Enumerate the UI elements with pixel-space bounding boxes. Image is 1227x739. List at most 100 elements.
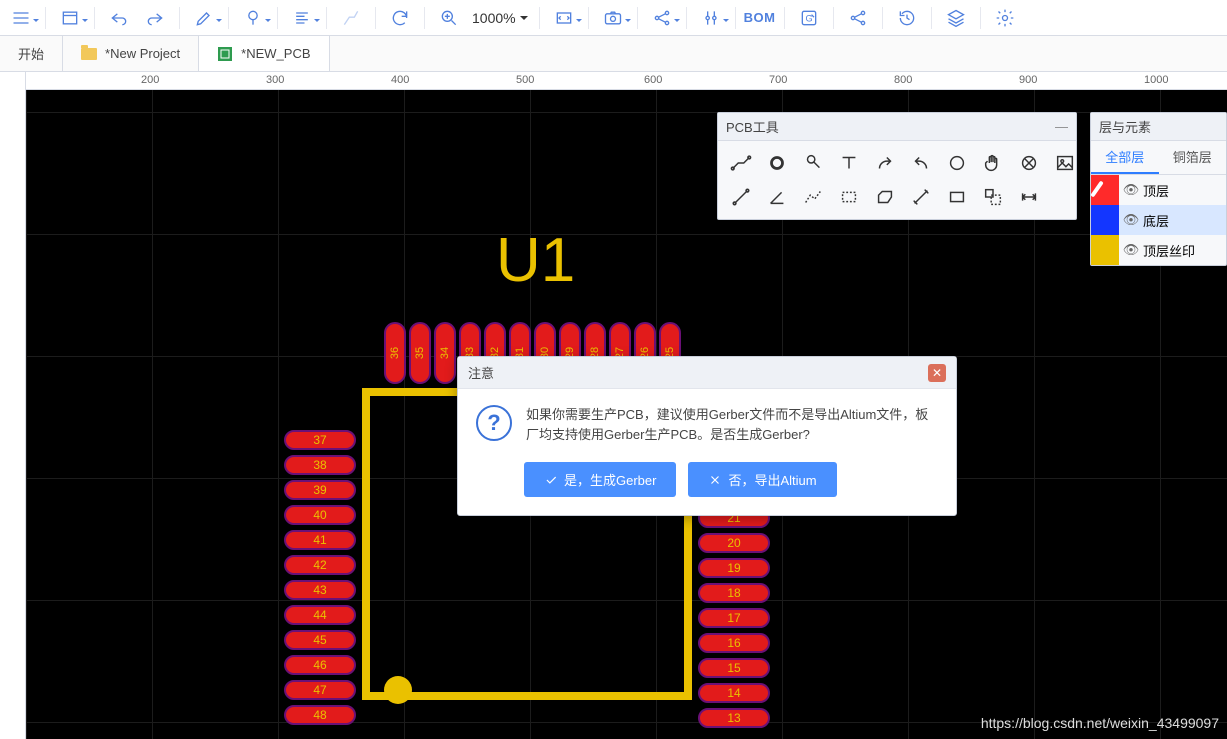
minimize-icon[interactable]: — (1055, 119, 1068, 134)
eye-icon[interactable]: 👁 (1119, 242, 1143, 258)
pcb-tools-titlebar[interactable]: PCB工具 — (718, 113, 1076, 141)
pad[interactable]: 13 (698, 708, 770, 728)
pad-number: 19 (727, 561, 740, 575)
pad[interactable]: 20 (698, 533, 770, 553)
eye-icon[interactable]: 👁 (1119, 182, 1143, 198)
keepout-icon[interactable] (1012, 147, 1046, 179)
zoom-icon[interactable] (434, 4, 464, 32)
connect-icon[interactable] (904, 181, 938, 213)
pad[interactable]: 34 (434, 322, 456, 384)
text-icon[interactable] (832, 147, 866, 179)
circle-icon[interactable] (940, 147, 974, 179)
via-icon[interactable] (238, 4, 268, 32)
poly-shape-icon[interactable] (868, 181, 902, 213)
pad[interactable]: 15 (698, 658, 770, 678)
region-icon[interactable] (832, 181, 866, 213)
hruler-tick: 900 (1019, 74, 1037, 86)
history-icon[interactable] (892, 4, 922, 32)
tab-project[interactable]: *New Project (63, 36, 199, 71)
component-designator: U1 (496, 225, 575, 296)
close-icon[interactable]: ✕ (928, 364, 946, 382)
route-icon[interactable] (336, 4, 366, 32)
pad[interactable]: 37 (284, 430, 356, 450)
dimension-icon[interactable] (1012, 181, 1046, 213)
layers-tab-all[interactable]: 全部层 (1091, 141, 1159, 174)
layer-row-silk[interactable]: 👁 顶层丝印 (1091, 235, 1226, 265)
watermark-text: https://blog.csdn.net/weixin_43499097 (981, 715, 1219, 731)
group-icon[interactable] (976, 181, 1010, 213)
track-icon[interactable] (724, 147, 758, 179)
pad[interactable]: 19 (698, 558, 770, 578)
pad[interactable]: 38 (284, 455, 356, 475)
rect-icon[interactable] (940, 181, 974, 213)
pad[interactable]: 44 (284, 605, 356, 625)
pad-number: 15 (727, 661, 740, 675)
pad[interactable]: 42 (284, 555, 356, 575)
pan-icon[interactable] (976, 147, 1010, 179)
gear-icon[interactable] (990, 4, 1020, 32)
layer-label: 顶层 (1143, 181, 1169, 200)
layer-row-top[interactable]: 👁 顶层 (1091, 175, 1226, 205)
layers-icon[interactable] (941, 4, 971, 32)
pad[interactable]: 45 (284, 630, 356, 650)
tools-icon[interactable] (696, 4, 726, 32)
pad[interactable]: 16 (698, 633, 770, 653)
align-icon[interactable] (287, 4, 317, 32)
image-icon[interactable] (1048, 147, 1082, 179)
pad[interactable]: 39 (284, 480, 356, 500)
zoom-level[interactable]: 1000% (470, 10, 530, 26)
no-button-label: 否，导出Altium (728, 470, 816, 489)
tab-start[interactable]: 开始 (0, 36, 63, 71)
pad-number: 16 (727, 636, 740, 650)
dialog-titlebar[interactable]: 注意 ✕ (458, 357, 956, 389)
layers-title: 层与元素 (1099, 117, 1151, 136)
pad[interactable]: 48 (284, 705, 356, 725)
pad[interactable]: 35 (409, 322, 431, 384)
pad-number: 39 (313, 483, 326, 497)
export-g-icon[interactable]: G (794, 4, 824, 32)
undo-icon[interactable] (104, 4, 134, 32)
angle-icon[interactable] (760, 181, 794, 213)
pad[interactable]: 36 (384, 322, 406, 384)
pcb-tools-title: PCB工具 (726, 117, 779, 136)
pad-icon[interactable] (760, 147, 794, 179)
layer-label: 底层 (1143, 211, 1169, 230)
layer-color-icon (1091, 235, 1119, 265)
pad[interactable]: 18 (698, 583, 770, 603)
pad-number: 13 (727, 711, 740, 725)
pad-number: 35 (414, 347, 426, 359)
pad[interactable]: 41 (284, 530, 356, 550)
arc-cw-icon[interactable] (868, 147, 902, 179)
share-icon[interactable] (647, 4, 677, 32)
layer-color-icon (1091, 205, 1119, 235)
redo-icon[interactable] (140, 4, 170, 32)
line-icon[interactable] (724, 181, 758, 213)
pad[interactable]: 17 (698, 608, 770, 628)
pad[interactable]: 43 (284, 580, 356, 600)
via-tool-icon[interactable] (796, 147, 830, 179)
pad-number: 44 (313, 608, 326, 622)
layers-titlebar[interactable]: 层与元素 (1091, 113, 1226, 141)
network-icon[interactable] (843, 4, 873, 32)
camera-icon[interactable] (598, 4, 628, 32)
eye-icon[interactable]: 👁 (1119, 212, 1143, 228)
layers-tab-copper[interactable]: 铜箔层 (1159, 141, 1227, 174)
pad-number: 41 (313, 533, 326, 547)
yes-generate-gerber-button[interactable]: 是，生成Gerber (524, 462, 676, 497)
layer-row-bottom[interactable]: 👁 底层 (1091, 205, 1226, 235)
window-icon[interactable] (55, 4, 85, 32)
pad[interactable]: 40 (284, 505, 356, 525)
pcb-icon (217, 46, 233, 62)
no-export-altium-button[interactable]: 否，导出Altium (688, 462, 836, 497)
draw-icon[interactable] (189, 4, 219, 32)
polyline-icon[interactable] (796, 181, 830, 213)
fit-icon[interactable] (549, 4, 579, 32)
pad[interactable]: 47 (284, 680, 356, 700)
menu-icon[interactable] (6, 4, 36, 32)
tab-pcb[interactable]: *NEW_PCB (199, 36, 329, 71)
bom-button[interactable]: BOM (745, 4, 775, 32)
arc-ccw-icon[interactable] (904, 147, 938, 179)
pad[interactable]: 14 (698, 683, 770, 703)
refresh-icon[interactable] (385, 4, 415, 32)
pad[interactable]: 46 (284, 655, 356, 675)
